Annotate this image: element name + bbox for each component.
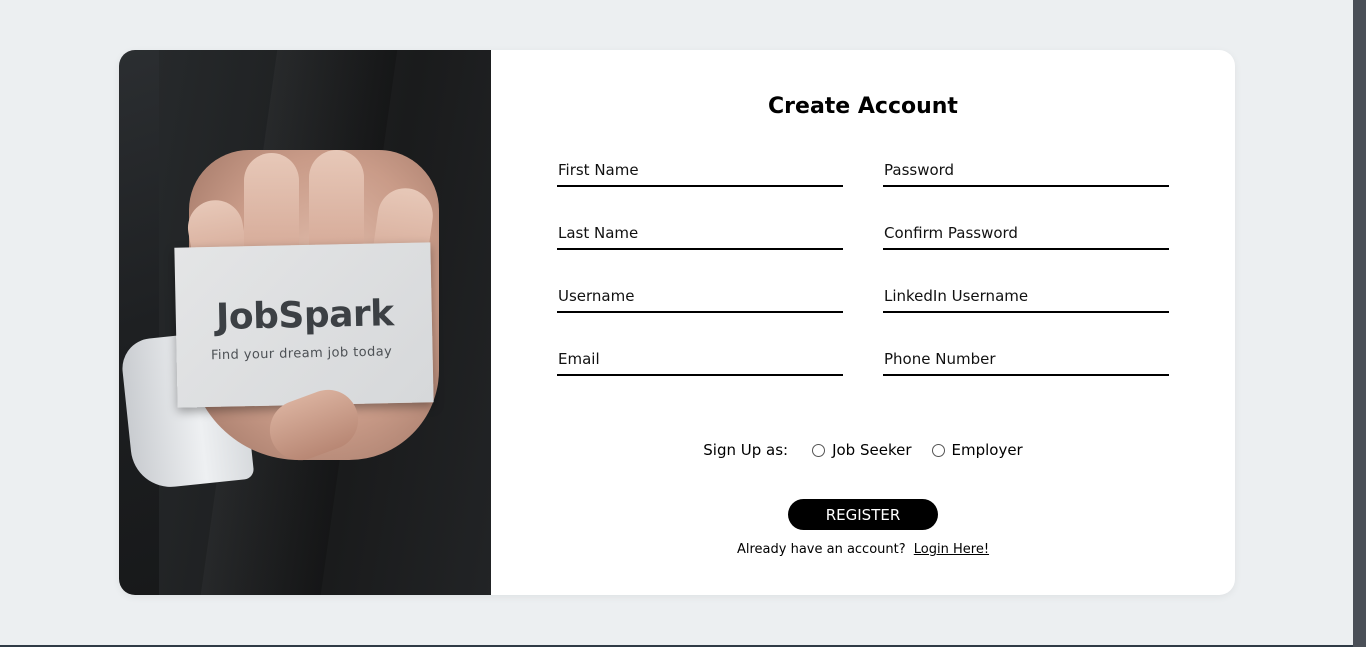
username-input[interactable] — [557, 281, 843, 311]
first-name-input[interactable] — [557, 155, 843, 185]
signup-as-group: Sign Up as: Job Seeker Employer — [491, 438, 1235, 462]
role-option-job-seeker[interactable]: Job Seeker — [812, 441, 912, 459]
username-field — [557, 281, 843, 313]
password-field — [883, 155, 1169, 187]
phone-number-field — [883, 344, 1169, 376]
phone-number-input[interactable] — [883, 344, 1169, 374]
confirm-password-input[interactable] — [883, 218, 1169, 248]
scrollbar[interactable] — [1353, 0, 1366, 647]
first-name-field — [557, 155, 843, 187]
confirm-password-field — [883, 218, 1169, 250]
hero-image: JobSpark Find your dream job today — [119, 50, 491, 595]
login-link[interactable]: Login Here! — [914, 542, 989, 557]
page-title: Create Account — [768, 94, 958, 119]
email-input[interactable] — [557, 344, 843, 374]
linkedin-username-input[interactable] — [883, 281, 1169, 311]
employer-radio[interactable] — [931, 443, 945, 457]
job-seeker-radio[interactable] — [812, 443, 826, 457]
job-seeker-label: Job Seeker — [832, 441, 912, 459]
role-option-employer[interactable]: Employer — [931, 441, 1023, 459]
signup-as-label: Sign Up as: — [703, 441, 789, 459]
linkedin-username-field — [883, 281, 1169, 313]
page: JobSpark Find your dream job today Creat… — [0, 0, 1366, 647]
password-input[interactable] — [883, 155, 1169, 185]
employer-label: Employer — [951, 441, 1023, 459]
login-prompt-row: Already have an account? Login Here! — [491, 542, 1235, 557]
register-button[interactable]: REGISTER — [788, 499, 938, 530]
last-name-input[interactable] — [557, 218, 843, 248]
signup-card: JobSpark Find your dream job today Creat… — [119, 50, 1235, 595]
register-form: Create Account First Name Last Name User… — [491, 50, 1235, 595]
login-prompt-text: Already have an account? — [736, 542, 906, 557]
last-name-field — [557, 218, 843, 250]
brand-logo: JobSpark — [215, 293, 395, 338]
email-field — [557, 344, 843, 376]
